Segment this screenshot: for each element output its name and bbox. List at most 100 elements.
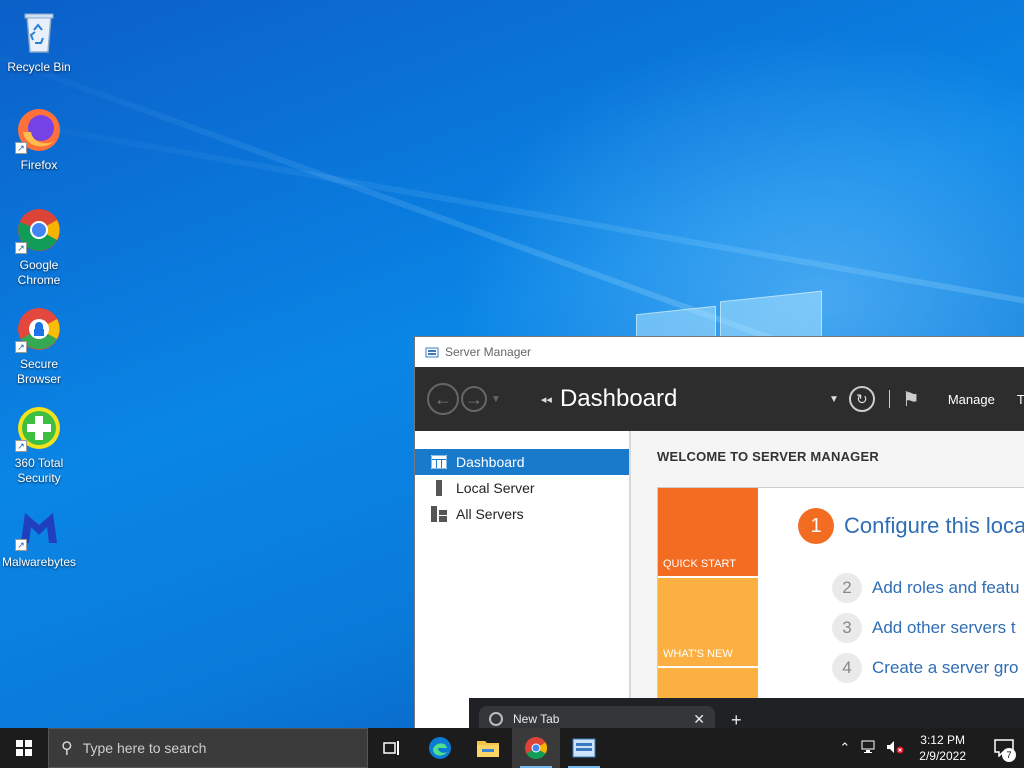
search-placeholder: Type here to search <box>82 740 207 756</box>
network-icon[interactable] <box>860 740 876 757</box>
window-title: Server Manager <box>445 345 532 359</box>
taskbar-chrome[interactable] <box>512 728 560 768</box>
step-link[interactable]: Add other servers t <box>872 618 1016 638</box>
desktop-icon-label: Google Chrome <box>17 258 61 287</box>
step-add-roles[interactable]: 2 Add roles and featu <box>798 568 1024 608</box>
dashboard-main: WELCOME TO SERVER MANAGER QUICK START WH… <box>631 431 1024 728</box>
taskbar-clock[interactable]: 3:12 PM 2/9/2022 <box>919 732 966 764</box>
refresh-icon[interactable]: ↻ <box>848 386 875 412</box>
step-number: 4 <box>832 653 862 683</box>
sidebar-item-all-servers[interactable]: All Servers <box>415 501 629 527</box>
step-number: 2 <box>832 573 862 603</box>
tile-label: WHAT'S NEW <box>663 648 733 660</box>
recycle-bin-icon <box>15 8 63 56</box>
action-center-button[interactable]: 7 <box>984 728 1024 768</box>
chrome-tab-new-tab[interactable]: New Tab ✕ <box>479 706 715 728</box>
taskbar-edge[interactable] <box>416 728 464 768</box>
edge-icon <box>429 737 451 759</box>
tab-title: New Tab <box>513 712 560 726</box>
desktop-icon-label: Firefox <box>20 158 58 172</box>
shortcut-arrow-icon: ↗ <box>15 242 27 254</box>
toolbar-separator <box>888 390 890 408</box>
360-security-icon: ↗ <box>15 404 63 452</box>
chrome-window[interactable]: New Tab ✕ + <box>469 698 1024 728</box>
shortcut-arrow-icon: ↗ <box>15 440 27 452</box>
step-configure-local-server[interactable]: 1 Configure this loca <box>798 506 1024 546</box>
task-view-icon <box>383 741 399 755</box>
taskbar: ⚲ Type here to search ⌃ 3:12 PM 2/9/2022… <box>0 728 1024 768</box>
taskbar-search-box[interactable]: ⚲ Type here to search <box>48 728 368 768</box>
tile-quick-start[interactable]: QUICK START <box>658 488 758 578</box>
desktop-icon-firefox[interactable]: ↗ Firefox <box>0 106 78 173</box>
sidebar-item-local-server[interactable]: Local Server <box>415 475 629 501</box>
task-view-button[interactable] <box>368 728 416 768</box>
welcome-panel: QUICK START WHAT'S NEW 1 Configure this … <box>657 487 1024 728</box>
sidebar-item-label: Dashboard <box>456 454 525 470</box>
secure-browser-icon: ↗ <box>15 305 63 353</box>
system-tray: ⌃ 3:12 PM 2/9/2022 7 <box>834 728 1024 768</box>
step-link[interactable]: Configure this loca <box>844 513 1024 539</box>
server-manager-icon <box>572 738 596 758</box>
desktop-icon-360-total-security[interactable]: ↗ 360 Total Security <box>0 404 78 486</box>
step-create-server-group[interactable]: 4 Create a server gro <box>798 648 1024 688</box>
back-arrow-icon[interactable]: ← <box>427 383 459 415</box>
tile-whats-new[interactable]: WHAT'S NEW <box>658 578 758 668</box>
desktop-icon-label: Malwarebytes <box>1 555 77 569</box>
sidebar-item-label: Local Server <box>456 480 535 496</box>
new-tab-icon <box>489 712 503 726</box>
notifications-flag-icon[interactable]: ⚑ <box>902 387 920 412</box>
step-link[interactable]: Create a server gro <box>872 658 1018 678</box>
welcome-heading: WELCOME TO SERVER MANAGER <box>657 449 879 464</box>
chrome-icon <box>525 737 547 759</box>
desktop-icon-recycle-bin[interactable]: Recycle Bin <box>0 8 78 75</box>
sidebar-item-label: All Servers <box>456 506 524 522</box>
chrome-icon: ↗ <box>15 206 63 254</box>
desktop-icon-label: 360 Total Security <box>14 456 64 485</box>
desktop-icon-secure-browser[interactable]: ↗ Secure Browser <box>0 305 78 387</box>
desktop-icon-malwarebytes[interactable]: ↗ Malwarebytes <box>0 503 78 570</box>
breadcrumb-arrows-icon: ◂◂ <box>540 393 552 406</box>
forward-arrow-icon[interactable]: → <box>461 386 487 412</box>
taskbar-server-manager[interactable] <box>560 728 608 768</box>
shortcut-arrow-icon: ↗ <box>15 142 27 154</box>
breadcrumb-title: Dashboard <box>559 385 678 412</box>
notification-count-badge: 7 <box>1002 748 1016 762</box>
new-tab-button[interactable]: + <box>731 710 742 728</box>
nav-history-dropdown-icon[interactable]: ▼ <box>491 394 501 405</box>
taskbar-file-explorer[interactable] <box>464 728 512 768</box>
step-number: 1 <box>798 508 834 544</box>
clock-time: 3:12 PM <box>920 733 965 747</box>
step-number: 3 <box>832 613 862 643</box>
step-link[interactable]: Add roles and featu <box>872 578 1019 598</box>
dashboard-icon <box>431 454 447 470</box>
desktop-icon-label: Secure Browser <box>16 357 61 386</box>
tile-label: QUICK START <box>663 558 736 570</box>
firefox-icon: ↗ <box>15 106 63 154</box>
desktop-icon-google-chrome[interactable]: ↗ Google Chrome <box>0 206 78 288</box>
window-titlebar[interactable]: Server Manager <box>415 337 1024 367</box>
server-manager-window[interactable]: Server Manager ← → ▼ ◂◂ Dashboard ▼ ↻ ⚑ … <box>414 336 1024 728</box>
server-manager-app-icon <box>425 345 439 359</box>
malwarebytes-icon: ↗ <box>15 503 63 551</box>
search-icon: ⚲ <box>61 740 73 757</box>
shortcut-arrow-icon: ↗ <box>15 341 27 353</box>
windows-start-icon <box>16 740 32 756</box>
show-hidden-icons-chevron-icon[interactable]: ⌃ <box>839 740 850 756</box>
start-button[interactable] <box>0 728 48 768</box>
step-add-servers[interactable]: 3 Add other servers t <box>798 608 1024 648</box>
folder-icon <box>477 741 499 757</box>
desktop-icon-label: Recycle Bin <box>7 60 71 74</box>
server-manager-sidebar: Dashboard Local Server All Servers <box>415 431 631 728</box>
close-tab-icon[interactable]: ✕ <box>693 711 705 728</box>
tools-menu[interactable]: T <box>1017 392 1024 407</box>
manage-menu[interactable]: Manage <box>948 392 995 407</box>
light-beam <box>0 110 1024 307</box>
breadcrumb-dropdown-icon[interactable]: ▼ <box>829 394 839 405</box>
sidebar-item-dashboard[interactable]: Dashboard <box>415 449 629 475</box>
desktop: Recycle Bin ↗ Firefox ↗ Google Chrome ↗ … <box>0 0 1024 728</box>
server-icon <box>431 480 447 496</box>
clock-date: 2/9/2022 <box>919 749 966 763</box>
server-manager-toolbar: ← → ▼ ◂◂ Dashboard ▼ ↻ ⚑ Manage T <box>415 367 1024 431</box>
servers-icon <box>431 506 447 522</box>
volume-muted-icon[interactable] <box>886 740 904 757</box>
